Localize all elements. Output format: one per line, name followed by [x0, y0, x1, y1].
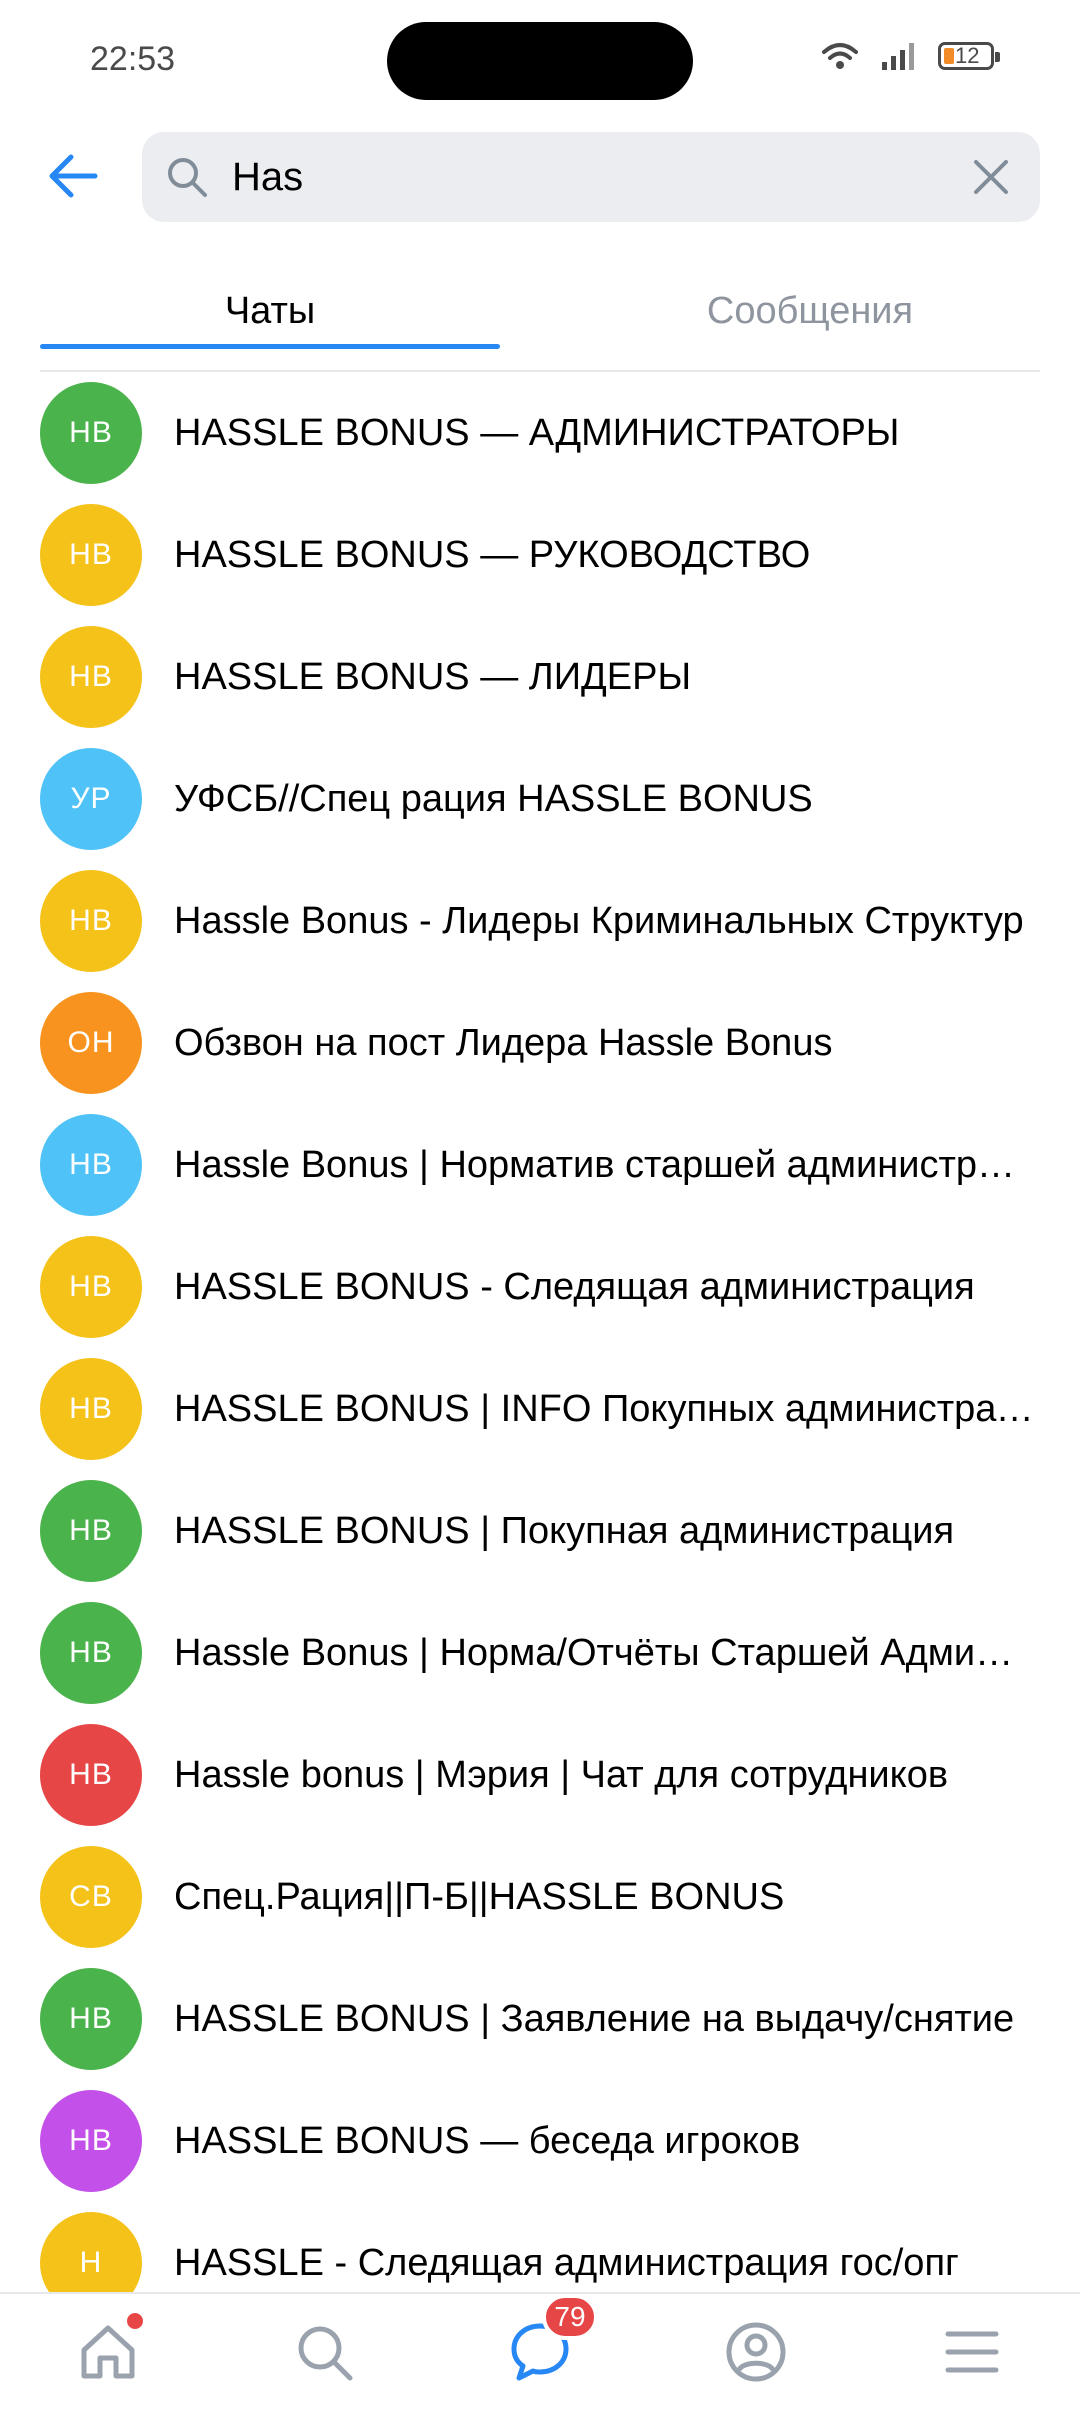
- search-box[interactable]: [142, 132, 1040, 222]
- search-icon: [168, 158, 207, 197]
- avatar: УР: [40, 748, 142, 850]
- avatar: HB: [40, 626, 142, 728]
- wifi-icon: [822, 43, 858, 69]
- chat-item[interactable]: HB HASSLE BONUS — АДМИНИСТРАТОРЫ: [0, 372, 1080, 494]
- chat-item[interactable]: CB Спец.Рация||П-Б||HASSLE BONUS: [0, 1836, 1080, 1958]
- arrow-left-icon: [49, 154, 98, 198]
- chat-item[interactable]: H HASSLE - Следящая администрация гос/опг: [0, 2202, 1080, 2292]
- chat-title: HASSLE BONUS — АДМИНИСТРАТОРЫ: [174, 412, 900, 454]
- avatar: CB: [40, 1846, 142, 1948]
- chat-title: HASSLE BONUS — ЛИДЕРЫ: [174, 656, 692, 698]
- status-bar: 22:53 12: [0, 0, 1080, 120]
- chat-item[interactable]: HB HASSLE BONUS — РУКОВОДСТВО: [0, 494, 1080, 616]
- status-time: 22:53: [90, 40, 176, 78]
- chat-item[interactable]: HB HASSLE BONUS — ЛИДЕРЫ: [0, 616, 1080, 738]
- chat-title: HASSLE BONUS | Заявление на выдачу/сняти…: [174, 1998, 1015, 2040]
- chat-item[interactable]: HB Hassle bonus | Мэрия | Чат для сотрудн…: [0, 1714, 1080, 1836]
- avatar: OH: [40, 992, 142, 1094]
- notification-dot: [124, 2310, 146, 2332]
- unread-badge: 79: [542, 2294, 598, 2340]
- chat-item[interactable]: HB HASSLE BONUS — беседа игроков: [0, 2080, 1080, 2202]
- nav-menu[interactable]: [936, 2316, 1008, 2388]
- avatar: HB: [40, 1114, 142, 1216]
- avatar: HB: [40, 870, 142, 972]
- avatar: HB: [40, 1724, 142, 1826]
- nav-home[interactable]: [72, 2310, 146, 2388]
- nav-search[interactable]: [288, 2316, 360, 2388]
- chat-item[interactable]: HB HASSLE BONUS | Покупная администрация: [0, 1470, 1080, 1592]
- nav-profile[interactable]: [720, 2316, 792, 2388]
- chat-title: HASSLE BONUS — РУКОВОДСТВО: [174, 534, 811, 576]
- status-icons: 12: [820, 40, 1000, 72]
- search-input[interactable]: [232, 132, 932, 222]
- chat-item[interactable]: HB Hassle Bonus - Лидеры Криминальных Стр…: [0, 860, 1080, 982]
- chat-item[interactable]: HB Hassle Bonus | Норматив старшей админи…: [0, 1104, 1080, 1226]
- chat-title: HASSLE BONUS | Покупная администрация: [174, 1510, 955, 1552]
- camera-cutout: [387, 22, 693, 100]
- avatar: HB: [40, 504, 142, 606]
- avatar: HB: [40, 1236, 142, 1338]
- chat-title: Hassle bonus | Мэрия | Чат для сотрудник…: [174, 1754, 949, 1796]
- chat-title: Hassle Bonus | Норматив старшей админист…: [174, 1144, 1034, 1186]
- avatar: HB: [40, 1968, 142, 2070]
- chat-title: УФСБ//Спец рация HASSLE BONUS: [174, 778, 813, 820]
- battery-level: 12: [955, 43, 980, 68]
- back-button[interactable]: [38, 145, 108, 207]
- chat-item[interactable]: OH Обзвон на пост Лидера Hassle Bonus: [0, 982, 1080, 1104]
- chat-item[interactable]: УР УФСБ//Спец рация HASSLE BONUS: [0, 738, 1080, 860]
- avatar: HB: [40, 2090, 142, 2192]
- chat-item[interactable]: HB HASSLE BONUS | INFO Покупных администр…: [0, 1348, 1080, 1470]
- tab-messages[interactable]: Сообщения: [580, 270, 1040, 352]
- chat-title: Спец.Рация||П-Б||HASSLE BONUS: [174, 1876, 785, 1918]
- chat-title: Обзвон на пост Лидера Hassle Bonus: [174, 1022, 833, 1064]
- chat-item[interactable]: HB HASSLE BONUS - Следящая администрация: [0, 1226, 1080, 1348]
- chat-item[interactable]: HB HASSLE BONUS | Заявление на выдачу/сня…: [0, 1958, 1080, 2080]
- chat-title: HASSLE BONUS - Следящая администрация: [174, 1266, 975, 1308]
- tabs: Чаты Сообщения: [40, 270, 1040, 372]
- chat-title: HASSLE BONUS | INFO Покупных администрат…: [174, 1388, 1034, 1430]
- avatar: HB: [40, 1358, 142, 1460]
- bottom-nav: 79: [0, 2292, 1080, 2414]
- avatar: H: [40, 2212, 142, 2292]
- nav-messages[interactable]: 79: [504, 2294, 598, 2388]
- chat-title: Hassle Bonus | Норма/Отчёты Старшей Адми…: [174, 1632, 1034, 1674]
- chat-item[interactable]: HB Hassle Bonus | Норма/Отчёты Старшей Ад…: [0, 1592, 1080, 1714]
- menu-icon: [945, 2331, 999, 2373]
- close-icon[interactable]: [968, 154, 1014, 200]
- search-icon: [298, 2326, 353, 2381]
- chat-title: HASSLE BONUS — беседа игроков: [174, 2120, 801, 2162]
- signal-icon: [882, 43, 914, 70]
- avatar: HB: [40, 382, 142, 484]
- tab-indicator: [40, 344, 500, 349]
- chat-list[interactable]: HB HASSLE BONUS — АДМИНИСТРАТОРЫ HB HASSLE …: [0, 372, 1080, 2292]
- avatar: HB: [40, 1480, 142, 1582]
- chat-title: Hassle Bonus - Лидеры Криминальных Струк…: [174, 900, 1024, 942]
- tab-chats[interactable]: Чаты: [40, 270, 500, 352]
- battery-icon: 12: [938, 42, 1000, 70]
- avatar: HB: [40, 1602, 142, 1704]
- profile-icon: [726, 2322, 786, 2382]
- chat-title: HASSLE - Следящая администрация гос/опг: [174, 2242, 959, 2284]
